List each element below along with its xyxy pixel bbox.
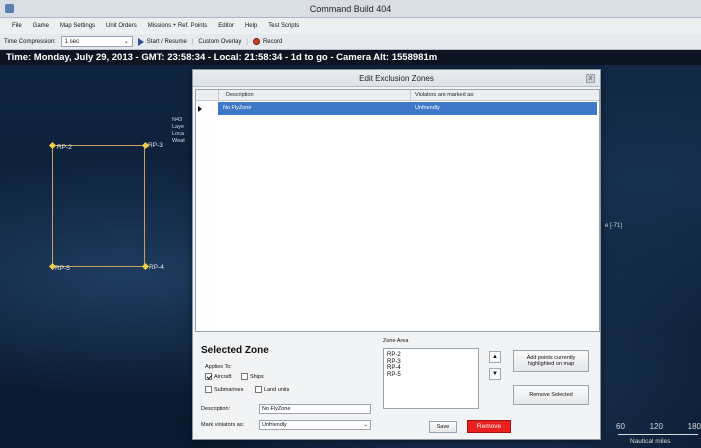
time-compression-select[interactable]: 1 sec ⌄	[60, 36, 133, 47]
window-title-bar: Command Build 404	[0, 0, 701, 18]
rp-5-label: RP-5	[55, 265, 70, 272]
rp-2-label: RP-2	[57, 144, 72, 151]
record-button[interactable]: Record	[252, 38, 283, 45]
rp-3-label: RP-3	[148, 142, 163, 149]
menu-test-scripts[interactable]: Test Scripts	[268, 23, 299, 29]
close-icon[interactable]: x	[586, 74, 595, 83]
add-points-button[interactable]: Add points currently highlighted on map	[513, 350, 589, 372]
info-line: N43	[172, 117, 183, 123]
menu-editor[interactable]: Editor	[218, 23, 234, 29]
map-side-label: e [-71]	[605, 223, 623, 229]
ships-label: Ships	[250, 373, 264, 380]
scale-number: 180	[687, 422, 701, 431]
column-divider	[218, 90, 219, 101]
arrow-down-icon: ▼	[492, 371, 498, 377]
chevron-down-icon: ⌄	[363, 422, 368, 428]
info-line: Laye	[172, 124, 184, 130]
scale-number: 120	[649, 422, 663, 431]
zones-grid: Description Violators are marked as: No …	[195, 89, 600, 332]
map-scale: 60 120 180 Nautical miles	[614, 420, 701, 448]
edit-exclusion-zones-dialog: Edit Exclusion Zones x Description Viola…	[192, 69, 601, 440]
toolbar: Time Compression: 1 sec ⌄ Start / Resume…	[0, 34, 701, 50]
menu-unit-orders[interactable]: Unit Orders	[106, 23, 137, 29]
menu-file[interactable]: File	[12, 23, 22, 29]
list-item[interactable]: RP-5	[387, 372, 475, 379]
status-line: Time: Monday, July 29, 2013 - GMT: 23:58…	[0, 50, 701, 65]
menu-bar: File Game Map Settings Unit Orders Missi…	[0, 18, 701, 34]
selected-zone-panel: Selected Zone Applies To: Aircraft Ships…	[195, 335, 600, 437]
map-info-tooltip: N43 Laye Loca Weat	[172, 117, 185, 145]
move-down-button[interactable]: ▼	[489, 368, 501, 380]
save-button[interactable]: Save	[429, 421, 457, 433]
remove-button[interactable]: Remove	[467, 420, 511, 433]
play-icon	[137, 37, 144, 46]
selected-row-highlight	[218, 102, 597, 115]
move-up-button[interactable]: ▲	[489, 351, 501, 363]
window-title: Command Build 404	[309, 4, 392, 14]
dialog-title-bar: Edit Exclusion Zones x	[193, 70, 600, 87]
column-violators[interactable]: Violators are marked as:	[415, 92, 475, 98]
mark-violators-value: Unfriendly	[262, 422, 287, 428]
rp-4-label: RP-4	[149, 264, 164, 271]
column-description[interactable]: Description	[226, 92, 254, 98]
arrow-up-icon: ▲	[492, 354, 498, 360]
exclusion-zone-outline	[52, 145, 145, 267]
grid-header: Description Violators are marked as:	[196, 90, 599, 101]
ships-checkbox[interactable]: Ships	[241, 373, 264, 380]
selected-zone-title: Selected Zone	[201, 345, 269, 356]
dialog-title: Edit Exclusion Zones	[359, 74, 434, 83]
row-description: No FlyZone	[223, 105, 252, 111]
description-label: Description:	[201, 406, 231, 412]
start-resume-button[interactable]: Start / Resume	[137, 37, 187, 46]
chevron-down-icon: ⌄	[123, 39, 129, 45]
start-resume-label: Start / Resume	[146, 38, 187, 45]
checkbox-icon	[205, 386, 212, 393]
time-compression-value: 1 sec	[64, 38, 80, 45]
checkbox-checked-icon	[205, 373, 212, 380]
menu-game[interactable]: Game	[33, 23, 49, 29]
table-row[interactable]: No FlyZone Unfriendly	[196, 102, 599, 115]
mark-violators-label: Mark violators as:	[201, 422, 245, 428]
land-units-label: Land units	[264, 386, 290, 393]
toolbar-divider: |	[246, 38, 248, 45]
aircraft-label: Aircraft	[214, 373, 232, 380]
zone-area-list[interactable]: RP-2 RP-3 RP-4 RP-5	[383, 348, 479, 409]
checkbox-icon	[241, 373, 248, 380]
custom-overlay-button[interactable]: Custom Overlay	[198, 39, 241, 45]
menu-help[interactable]: Help	[245, 23, 257, 29]
menu-map-settings[interactable]: Map Settings	[60, 23, 95, 29]
menu-missions-ref-points[interactable]: Missions + Ref. Points	[148, 23, 208, 29]
column-divider	[410, 90, 411, 101]
mark-violators-select[interactable]: Unfriendly ⌄	[259, 420, 371, 430]
aircraft-checkbox[interactable]: Aircraft	[205, 373, 231, 380]
record-icon	[252, 38, 260, 45]
land-units-checkbox[interactable]: Land units	[255, 386, 289, 393]
time-compression-label: Time Compression:	[4, 38, 56, 45]
submarines-label: Submarines	[214, 386, 244, 393]
scale-bar	[618, 434, 698, 435]
info-line: Weat	[172, 138, 185, 144]
submarines-checkbox[interactable]: Submarines	[205, 386, 243, 393]
description-field[interactable]: No FlyZone	[259, 404, 371, 414]
applies-to-label: Applies To:	[205, 364, 232, 370]
reference-point-rp-4[interactable]	[141, 262, 150, 271]
remove-selected-button[interactable]: Remove Selected	[513, 385, 589, 405]
row-marked-as: Unfriendly	[415, 105, 440, 111]
scale-number: 60	[616, 422, 625, 431]
checkbox-icon	[255, 386, 262, 393]
scale-unit-label: Nautical miles	[630, 438, 671, 445]
toolbar-divider: |	[191, 38, 194, 45]
zone-area-label: Zone Area	[383, 338, 409, 344]
record-label: Record	[262, 38, 283, 45]
info-line: Loca	[172, 131, 184, 137]
row-selector-icon	[198, 106, 202, 112]
